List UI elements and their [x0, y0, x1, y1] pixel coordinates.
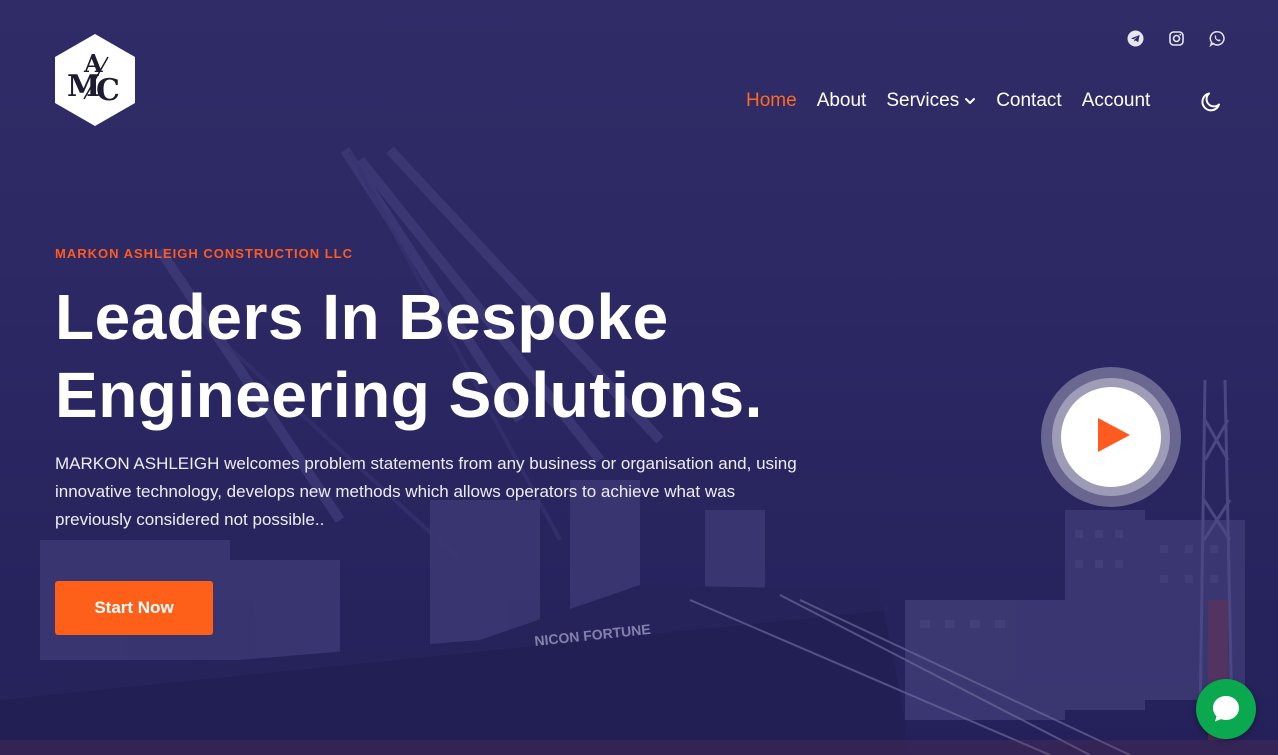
instagram-icon [1169, 31, 1184, 46]
hero-description: MARKON ASHLEIGH welcomes problem stateme… [55, 454, 797, 529]
moon-icon [1201, 92, 1220, 112]
logo-letter-c: C [96, 73, 120, 108]
hero-headline-line1: Leaders In Bespoke [55, 281, 669, 353]
social-links [1127, 30, 1226, 47]
theme-toggle-button[interactable] [1199, 90, 1223, 114]
hero-headline-line2: Engineering Solutions. [55, 359, 763, 431]
chat-icon [1213, 696, 1239, 722]
site-logo[interactable]: A M C [54, 33, 136, 127]
main-nav: Home About Services Contact Account [746, 90, 1170, 112]
telegram-link[interactable] [1127, 30, 1144, 47]
hero-headline: Leaders In Bespoke Engineering Solutions… [55, 278, 815, 434]
nav-item-about[interactable]: About [817, 90, 867, 112]
nav-item-services-label: Services [886, 90, 960, 111]
play-icon [1041, 367, 1181, 507]
hero-eyebrow: MARKON ASHLEIGH CONSTRUCTION LLC [55, 246, 354, 261]
start-now-button[interactable]: Start Now [55, 581, 213, 635]
whatsapp-link[interactable] [1209, 30, 1226, 47]
hero-section: NICON FORTUNE A M C Home About Services … [0, 0, 1278, 755]
whatsapp-icon [1209, 31, 1225, 47]
nav-item-contact[interactable]: Contact [996, 90, 1061, 112]
nav-item-account[interactable]: Account [1082, 90, 1151, 112]
instagram-link[interactable] [1168, 30, 1185, 47]
chat-widget-button[interactable] [1196, 679, 1256, 739]
telegram-icon [1127, 30, 1144, 47]
chevron-down-icon [964, 95, 976, 107]
play-video-button[interactable] [1041, 367, 1181, 507]
nav-item-services[interactable]: Services [886, 90, 976, 112]
nav-item-home[interactable]: Home [746, 90, 797, 112]
